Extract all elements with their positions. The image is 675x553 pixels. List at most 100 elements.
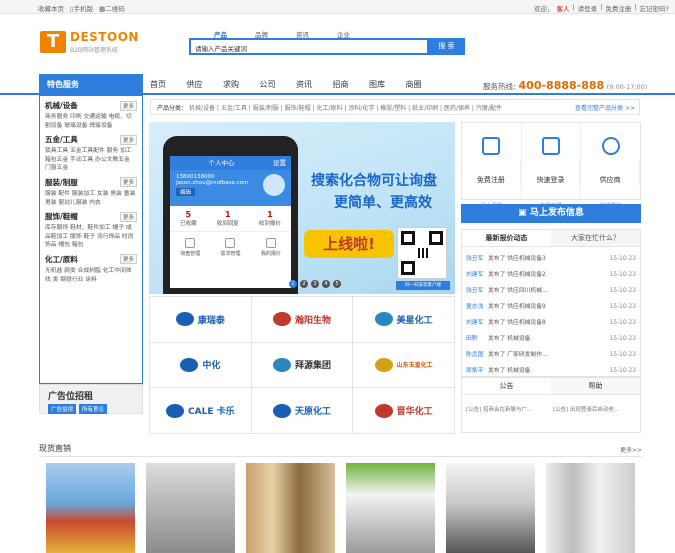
- product-thumb[interactable]: [46, 463, 135, 553]
- forgot-password-link[interactable]: 忘记密码?: [640, 3, 669, 13]
- more-button[interactable]: 更多: [119, 100, 137, 111]
- list-item[interactable]: 刘建军 发布了 供应机械设备2 15-10-23: [466, 267, 636, 283]
- brand-logo[interactable]: 瀚阳生物: [251, 297, 354, 343]
- sidebar-group-title[interactable]: 化工/原料: [45, 254, 78, 265]
- login-link[interactable]: 请登录: [578, 3, 598, 13]
- brand-logo[interactable]: CALE 卡乐: [150, 388, 252, 434]
- product-thumb[interactable]: [346, 463, 435, 553]
- user-name[interactable]: 刘建军: [466, 315, 488, 331]
- list-item[interactable]: 田野 发布了 机械设备 15-10-23: [466, 331, 636, 347]
- more-button[interactable]: 更多: [119, 211, 137, 222]
- user-name[interactable]: 陈孟国: [466, 347, 488, 363]
- user-name[interactable]: 钱丑军: [466, 283, 488, 299]
- sidebar-group-links[interactable]: 无机盐 颜类 合成树脂 化工中间体 线 类 钢铁行业 涂料: [45, 267, 137, 284]
- nav-buy[interactable]: 求购: [223, 79, 260, 90]
- ad-slot[interactable]: 广告位招租 广告监视 所有意见: [39, 384, 143, 414]
- product-thumb[interactable]: [246, 463, 335, 553]
- brand-logo[interactable]: 天原化工: [251, 388, 354, 434]
- product-category-link[interactable]: 纸业/印刷: [412, 105, 438, 112]
- product-category-link[interactable]: 服饰/鞋帽: [285, 105, 311, 112]
- brand-logo[interactable]: 拜源集团: [251, 342, 354, 389]
- activity-text[interactable]: 发布了 供应机械设备8: [488, 315, 608, 331]
- register-link[interactable]: 免费注册: [605, 3, 631, 13]
- nav-gallery[interactable]: 图库: [369, 79, 406, 90]
- activity-text[interactable]: 发布了 供应机械设备9: [488, 299, 608, 315]
- sidebar-group-title[interactable]: 机械/设备: [45, 100, 78, 111]
- user-name[interactable]: 钱丑军: [466, 251, 488, 267]
- nav-home[interactable]: 首页: [150, 79, 187, 90]
- ad-monitor-button[interactable]: 广告监视: [48, 404, 77, 414]
- user-name[interactable]: 刘建军: [466, 267, 488, 283]
- product-category-link[interactable]: 服装/制服: [253, 105, 279, 112]
- list-item[interactable]: 刘建军 发布了 供应机械设备8 15-10-23: [466, 315, 636, 331]
- promo-banner[interactable]: 个人中心 设置 13800138000 jason.zhou@mofbase.co…: [149, 122, 455, 294]
- sidebar-group-links[interactable]: 锁具工具 五金工具配件 服务 加工 箱包五金 手动工具 办公文教五金 门窗五金: [45, 147, 137, 173]
- more-button[interactable]: 更多: [119, 254, 137, 265]
- product-category-link[interactable]: 化工/原料: [316, 105, 342, 112]
- tab-latest-quotes[interactable]: 最新报价动态: [462, 230, 551, 246]
- nav-invest[interactable]: 招商: [333, 79, 370, 90]
- activity-text[interactable]: 发布了 机械设备: [488, 331, 608, 347]
- product-thumb[interactable]: [146, 463, 235, 553]
- publish-button[interactable]: ▣ 马上发布信息: [461, 204, 641, 223]
- ad-feedback-button[interactable]: 所有意见: [79, 404, 108, 414]
- service-supplier[interactable]: 供应商在线推广: [581, 123, 641, 209]
- notice-item[interactable]: [公告] 招商会在新展与广...: [466, 405, 549, 413]
- qrcode-link[interactable]: ▦二维码: [99, 3, 125, 13]
- nav-company[interactable]: 公司: [260, 79, 297, 90]
- carousel-dot[interactable]: 2: [300, 280, 308, 288]
- user-name[interactable]: 童志浅: [466, 299, 488, 315]
- more-link[interactable]: 更多>>: [620, 445, 642, 454]
- product-thumb[interactable]: [546, 463, 635, 553]
- nav-circle[interactable]: 商圈: [406, 79, 443, 90]
- site-logo[interactable]: T DESTOON B2B网站管理系统: [40, 30, 139, 54]
- list-item[interactable]: 钱丑军 发布了 供应机械设备3 15-10-23: [466, 251, 636, 267]
- list-item[interactable]: 钱丑军 发布了 供应四川机械... 15-10-23: [466, 283, 636, 299]
- product-category-link[interactable]: 机械/设备: [189, 105, 215, 112]
- product-category-link[interactable]: 医药/保养: [444, 105, 470, 112]
- activity-text[interactable]: 发布了 厂家研发制作...: [488, 347, 608, 363]
- brand-logo[interactable]: 中化: [150, 342, 252, 389]
- activity-text[interactable]: 发布了 供应四川机械...: [488, 283, 608, 299]
- tab-whats-happening[interactable]: 大家在忙什么？: [551, 230, 640, 246]
- product-category-link[interactable]: 涂料/化学: [348, 105, 374, 112]
- bookmark-link[interactable]: 收藏本页: [38, 3, 64, 13]
- more-button[interactable]: 更多: [119, 177, 137, 188]
- activity-text[interactable]: 发布了 供应机械设备2: [488, 267, 608, 283]
- brand-logo[interactable]: 晋华化工: [353, 388, 455, 434]
- nav-supply[interactable]: 供应: [187, 79, 224, 90]
- user-name[interactable]: 田野: [466, 331, 488, 347]
- product-category-link[interactable]: 五金/工具: [221, 105, 247, 112]
- service-login[interactable]: 快速登录在线交易: [522, 123, 582, 209]
- sidebar-group-links[interactable]: 商务服务 印刷 交通运输 电缆、切割设备 玻璃设备 焊接设备: [45, 113, 137, 130]
- carousel-dot[interactable]: 3: [311, 280, 319, 288]
- tab-help[interactable]: 帮助: [551, 378, 640, 394]
- sidebar-group-links[interactable]: 库存服饰 鞋材、鞋件加工 帽子 成品鞋加工 服饰 鞋子 流行饰品 时尚饰品 帽包…: [45, 224, 137, 250]
- carousel-dot[interactable]: 1: [289, 280, 297, 288]
- brand-logo[interactable]: 美星化工: [353, 297, 455, 343]
- nav-news[interactable]: 资讯: [296, 79, 333, 90]
- mobile-link[interactable]: ▯手机版: [70, 3, 93, 13]
- all-categories-link[interactable]: 查看完整产品分类 >>: [575, 103, 635, 112]
- product-category-link[interactable]: 汽摩/配件: [476, 105, 502, 112]
- product-category-link[interactable]: 橡胶/塑料: [380, 105, 406, 112]
- sidebar-group-title[interactable]: 服装/制服: [45, 177, 78, 188]
- search-input[interactable]: 请输入产品关键词: [189, 38, 429, 55]
- sidebar-group-title[interactable]: 五金/工具: [45, 134, 78, 145]
- sidebar-group-title[interactable]: 服饰/鞋帽: [45, 211, 78, 222]
- brand-logo[interactable]: 山东玉皇化工: [353, 342, 455, 389]
- brand-logo[interactable]: 康瑞泰: [150, 297, 252, 343]
- activity-text[interactable]: 发布了 供应机械设备3: [488, 251, 608, 267]
- search-button[interactable]: 搜 索: [428, 38, 465, 55]
- sidebar-group-links[interactable]: 服装 配件 服装加工 女装 男装 童装 男装 婴幼儿服装 内衣: [45, 190, 137, 207]
- list-item[interactable]: 陈孟国 发布了 厂家研发制作... 15-10-23: [466, 347, 636, 363]
- product-thumb[interactable]: [446, 463, 535, 553]
- tab-notice[interactable]: 公告: [462, 378, 551, 394]
- service-register[interactable]: 免费注册马上开始: [462, 123, 522, 209]
- notice-item[interactable]: [公告] 出现登录后自动老...: [553, 405, 636, 413]
- more-button[interactable]: 更多: [119, 134, 137, 145]
- category-menu-title[interactable]: 特色服务: [39, 74, 143, 96]
- carousel-dot[interactable]: 4: [322, 280, 330, 288]
- list-item[interactable]: 童志浅 发布了 供应机械设备9 15-10-23: [466, 299, 636, 315]
- carousel-dot[interactable]: 5: [333, 280, 341, 288]
